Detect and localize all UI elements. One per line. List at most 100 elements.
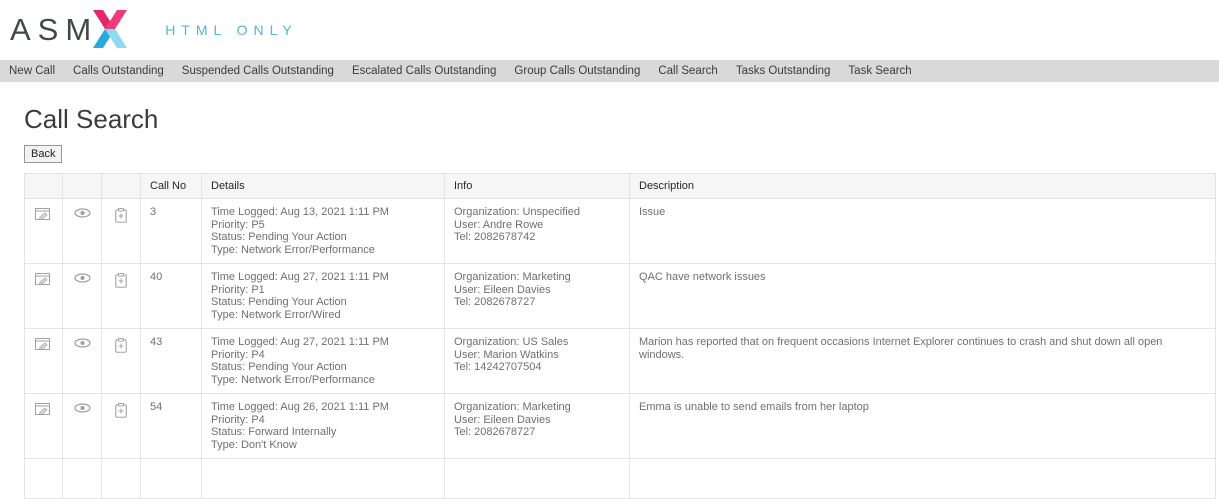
logo-x-icon [93, 10, 127, 53]
main-nav: New Call Calls Outstanding Suspended Cal… [0, 60, 1219, 82]
call-details-cell [25, 199, 63, 264]
detail-status: Status: Forward Internally [211, 426, 435, 439]
call-no-cell: 43 [141, 329, 202, 394]
table-row: 40 Time Logged: Aug 27, 2021 1:11 PM Pri… [25, 264, 1216, 329]
info-user: User: Eileen Davies [454, 414, 620, 427]
detail-time-logged: Time Logged: Aug 13, 2021 1:11 PM [211, 206, 435, 219]
page-title: Call Search [24, 103, 1219, 135]
add-note-cell [102, 264, 141, 329]
detail-status: Status: Pending Your Action [211, 296, 435, 309]
info-cell: Organization: Marketing User: Eileen Dav… [445, 264, 630, 329]
info-user: User: Marion Watkins [454, 349, 620, 362]
description-cell: Issue [630, 199, 1216, 264]
table-row: 43 Time Logged: Aug 27, 2021 1:11 PM Pri… [25, 329, 1216, 394]
description-text: QAC have network issues [639, 271, 1206, 284]
table-header-row: Call No Details Info Description [25, 174, 1216, 199]
nav-item-calls-outstanding[interactable]: Calls Outstanding [64, 65, 173, 77]
view-eye-icon[interactable] [74, 273, 91, 283]
add-note-cell [102, 459, 141, 499]
call-details-cell [25, 394, 63, 459]
call-search-results-table: Call No Details Info Description [24, 173, 1216, 499]
column-header-description: Description [630, 174, 1216, 199]
detail-status: Status: Pending Your Action [211, 361, 435, 374]
view-call-cell [63, 459, 102, 499]
detail-priority: Priority: P5 [211, 219, 435, 232]
add-note-cell [102, 199, 141, 264]
nav-item-new-call[interactable]: New Call [0, 65, 64, 77]
add-note-clipboard-plus-icon[interactable] [115, 403, 127, 418]
info-cell: Organization: Unspecified User: Andre Ro… [445, 199, 630, 264]
details-cell: Time Logged: Aug 27, 2021 1:11 PM Priori… [202, 264, 445, 329]
details-cell: Time Logged: Aug 13, 2021 1:11 PM Priori… [202, 199, 445, 264]
info-organization: Organization: Marketing [454, 271, 620, 284]
detail-priority: Priority: P1 [211, 284, 435, 297]
table-row-partial [25, 459, 1216, 499]
call-details-cell [25, 459, 63, 499]
nav-item-group-calls-outstanding[interactable]: Group Calls Outstanding [505, 65, 649, 77]
view-eye-icon[interactable] [74, 208, 91, 218]
detail-status: Status: Pending Your Action [211, 231, 435, 244]
detail-type: Type: Network Error/Performance [211, 374, 435, 387]
nav-item-call-search[interactable]: Call Search [649, 65, 726, 77]
detail-priority: Priority: P4 [211, 414, 435, 427]
view-call-cell [63, 199, 102, 264]
description-cell: QAC have network issues [630, 264, 1216, 329]
description-text: Issue [639, 206, 1206, 219]
description-cell [630, 459, 1216, 499]
column-header-action-1 [25, 174, 63, 199]
call-details-window-icon[interactable] [35, 338, 52, 352]
column-header-call-no: Call No [141, 174, 202, 199]
view-eye-icon[interactable] [74, 403, 91, 413]
back-button[interactable]: Back [24, 145, 62, 163]
view-eye-icon[interactable] [74, 338, 91, 348]
detail-time-logged: Time Logged: Aug 26, 2021 1:11 PM [211, 401, 435, 414]
logo-tagline: HTML ONLY [165, 22, 298, 38]
detail-time-logged: Time Logged: Aug 27, 2021 1:11 PM [211, 271, 435, 284]
add-note-clipboard-plus-icon[interactable] [115, 338, 127, 353]
call-details-cell [25, 329, 63, 394]
app-header: ASM HTML ONLY [0, 0, 1219, 60]
info-cell: Organization: US Sales User: Marion Watk… [445, 329, 630, 394]
add-note-clipboard-plus-icon[interactable] [115, 273, 127, 288]
detail-type: Type: Network Error/Wired [211, 309, 435, 322]
detail-time-logged: Time Logged: Aug 27, 2021 1:11 PM [211, 336, 435, 349]
nav-item-escalated-calls-outstanding[interactable]: Escalated Calls Outstanding [343, 65, 505, 77]
call-no-cell: 40 [141, 264, 202, 329]
info-organization: Organization: Unspecified [454, 206, 620, 219]
column-header-action-3 [102, 174, 141, 199]
detail-type: Type: Network Error/Performance [211, 244, 435, 257]
column-header-details: Details [202, 174, 445, 199]
description-text: Marion has reported that on frequent occ… [639, 336, 1206, 361]
info-user: User: Eileen Davies [454, 284, 620, 297]
table-row: 3 Time Logged: Aug 13, 2021 1:11 PM Prio… [25, 199, 1216, 264]
call-details-window-icon[interactable] [35, 403, 52, 417]
call-details-cell [25, 264, 63, 329]
call-no-cell: 3 [141, 199, 202, 264]
info-organization: Organization: Marketing [454, 401, 620, 414]
info-organization: Organization: US Sales [454, 336, 620, 349]
call-no-cell: 54 [141, 394, 202, 459]
detail-type: Type: Don't Know [211, 439, 435, 452]
detail-priority: Priority: P4 [211, 349, 435, 362]
description-cell: Emma is unable to send emails from her l… [630, 394, 1216, 459]
column-header-info: Info [445, 174, 630, 199]
main-content: Call Search Back Call No Details Info De… [0, 103, 1219, 499]
info-tel: Tel: 2082678727 [454, 296, 620, 309]
nav-item-suspended-calls-outstanding[interactable]: Suspended Calls Outstanding [173, 65, 343, 77]
info-cell [445, 459, 630, 499]
column-header-action-2 [63, 174, 102, 199]
description-text: Emma is unable to send emails from her l… [639, 401, 1206, 414]
info-cell: Organization: Marketing User: Eileen Dav… [445, 394, 630, 459]
description-cell: Marion has reported that on frequent occ… [630, 329, 1216, 394]
info-tel: Tel: 2082678742 [454, 231, 620, 244]
nav-item-task-search[interactable]: Task Search [839, 65, 920, 77]
call-no-cell [141, 459, 202, 499]
view-call-cell [63, 264, 102, 329]
call-details-window-icon[interactable] [35, 208, 52, 222]
details-cell [202, 459, 445, 499]
add-note-cell [102, 329, 141, 394]
add-note-clipboard-plus-icon[interactable] [115, 208, 127, 223]
call-details-window-icon[interactable] [35, 273, 52, 287]
add-note-cell [102, 394, 141, 459]
nav-item-tasks-outstanding[interactable]: Tasks Outstanding [727, 65, 840, 77]
